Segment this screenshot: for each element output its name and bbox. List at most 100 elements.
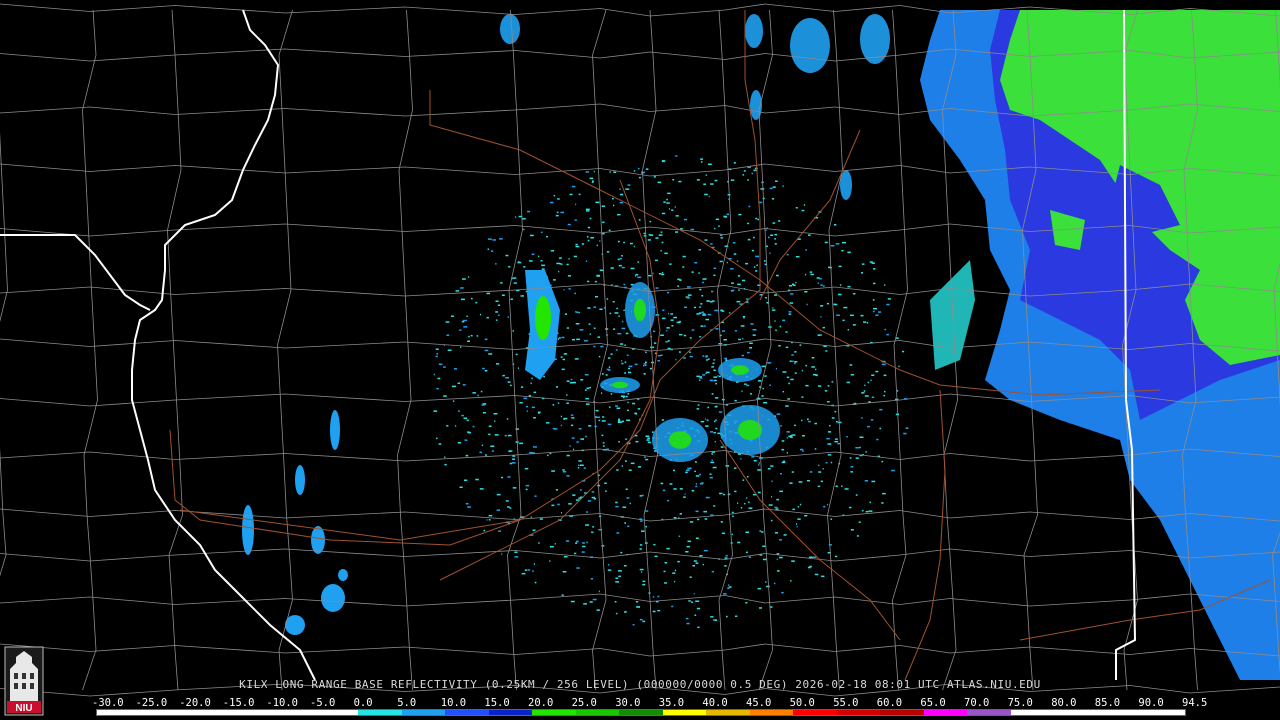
clutter-speck: [695, 510, 699, 513]
clutter-speck: [711, 570, 714, 573]
clutter-speck: [637, 408, 641, 410]
clutter-speck: [521, 572, 526, 575]
clutter-speck: [736, 260, 739, 262]
clutter-speck: [690, 228, 695, 231]
clutter-speck: [667, 192, 671, 195]
clutter-speck: [602, 442, 605, 444]
scale-label: -25.0: [135, 697, 168, 709]
scale-label: 40.0: [702, 697, 728, 709]
clutter-speck: [635, 275, 637, 277]
clutter-speck: [805, 249, 807, 251]
clutter-speck: [786, 253, 789, 256]
clutter-speck: [805, 364, 807, 367]
clutter-speck: [846, 436, 848, 438]
clutter-speck: [546, 422, 550, 424]
clutter-speck: [884, 284, 886, 286]
clutter-speck: [592, 598, 597, 601]
clutter-speck: [593, 170, 595, 173]
clutter-speck: [566, 327, 569, 329]
clutter-speck: [585, 171, 589, 173]
clutter-speck: [652, 596, 655, 598]
clutter-speck: [705, 174, 707, 176]
clutter-speck: [444, 463, 447, 466]
clutter-speck: [741, 390, 743, 393]
clutter-speck: [761, 395, 764, 397]
clutter-speck: [862, 509, 864, 512]
clutter-speck: [623, 241, 625, 244]
clutter-speck: [751, 172, 753, 175]
clutter-speck: [774, 506, 778, 509]
clutter-speck: [645, 435, 650, 437]
clutter-speck: [606, 298, 609, 300]
clutter-speck: [571, 437, 575, 439]
clutter-speck: [563, 353, 568, 355]
clutter-speck: [495, 319, 498, 321]
clutter-speck: [756, 264, 758, 266]
clutter-speck: [746, 384, 750, 387]
clutter-speck: [633, 245, 635, 248]
clutter-speck: [621, 320, 624, 323]
clutter-speck: [607, 357, 611, 359]
clutter-speck: [825, 350, 828, 352]
clutter-speck: [586, 387, 590, 389]
county-line-vertical: [397, 9, 413, 691]
scale-label: 25.0: [571, 697, 597, 709]
clutter-speck: [693, 560, 697, 562]
clutter-speck: [657, 595, 660, 598]
clutter-speck: [826, 437, 830, 440]
clutter-speck: [678, 535, 681, 537]
clutter-speck: [884, 390, 886, 393]
clutter-speck: [723, 593, 727, 595]
clutter-speck: [878, 311, 882, 313]
clutter-speck: [686, 622, 690, 625]
clutter-speck: [515, 428, 519, 430]
clutter-speck: [504, 434, 507, 437]
clutter-speck: [847, 329, 849, 331]
clutter-speck: [438, 363, 443, 365]
clutter-speck: [581, 551, 585, 553]
clutter-speck: [694, 461, 697, 463]
clutter-speck: [791, 434, 796, 436]
clutter-speck: [835, 555, 838, 558]
clutter-speck: [621, 255, 623, 257]
clutter-speck: [740, 507, 743, 509]
clutter-speck: [645, 361, 647, 363]
scale-label: -30.0: [92, 697, 124, 709]
clutter-speck: [714, 227, 716, 230]
clutter-speck: [494, 420, 496, 422]
clutter-speck: [663, 570, 666, 573]
clutter-speck: [443, 395, 447, 397]
clutter-speck: [713, 376, 717, 378]
clutter-speck: [458, 410, 460, 412]
clutter-speck: [713, 505, 716, 507]
clutter-speck: [860, 314, 864, 317]
scale-color-segment: [1010, 710, 1055, 715]
clutter-speck: [495, 300, 499, 302]
clutter-speck: [622, 506, 627, 508]
clutter-speck: [776, 558, 778, 561]
scale-color-segment: [662, 710, 707, 715]
clutter-speck: [770, 234, 774, 236]
clutter-speck: [662, 309, 665, 311]
clutter-speck: [682, 255, 686, 258]
clutter-speck: [651, 431, 654, 433]
clutter-speck: [472, 425, 475, 428]
clutter-speck: [714, 179, 718, 182]
clutter-speck: [842, 319, 845, 322]
clutter-speck: [704, 325, 706, 327]
clutter-speck: [627, 184, 631, 186]
clutter-speck: [599, 269, 604, 271]
clutter-speck: [599, 240, 601, 242]
clutter-speck: [569, 193, 573, 196]
clutter-speck: [747, 179, 749, 181]
clutter-speck: [748, 556, 752, 558]
clutter-speck: [705, 425, 709, 427]
clutter-speck: [724, 565, 727, 567]
clutter-speck: [770, 519, 773, 522]
clutter-speck: [648, 234, 651, 236]
sw-cell: [242, 505, 254, 555]
clutter-speck: [720, 521, 723, 523]
clutter-speck: [704, 518, 708, 520]
clutter-speck: [591, 531, 594, 533]
clutter-speck: [568, 288, 571, 290]
